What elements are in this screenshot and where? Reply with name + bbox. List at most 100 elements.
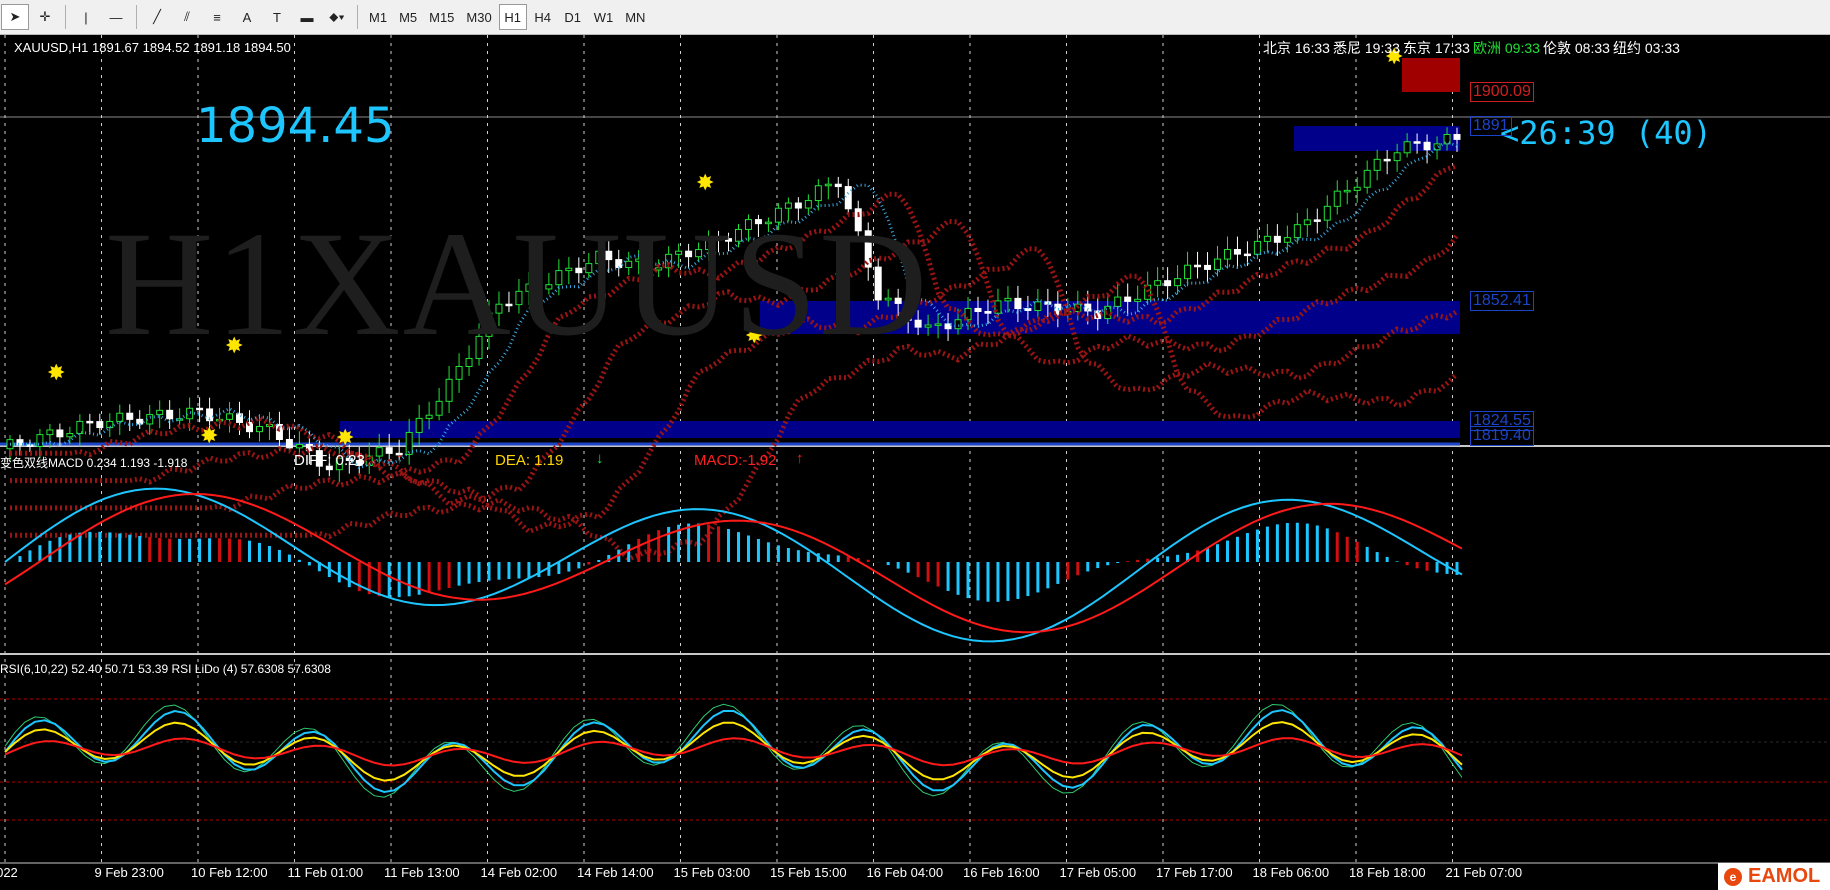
fibonacci-tool-button[interactable]: ≡ <box>203 4 231 30</box>
timezone-city: 纽约 <box>1613 40 1641 56</box>
timeframe-m30-button[interactable]: M30 <box>461 4 496 30</box>
time-axis-tick: 11 Feb 13:00 <box>384 865 460 880</box>
price-level-label: 1852.41 <box>1470 291 1534 311</box>
timeframe-h4-button[interactable]: H4 <box>529 4 557 30</box>
candle-body <box>6 439 14 450</box>
chart-toolbar: ➤ ✛ | — ╱ ⫽ ≡ A T ▬ ⬥▾ M1 M5 M15 M30 H1 H4 D1 W1 MN <box>0 0 1830 35</box>
timeframe-d1-button[interactable]: D1 <box>559 4 587 30</box>
time-axis-tick: 14 Feb 02:00 <box>480 865 558 880</box>
time-axis-tick: 17 Feb 05:00 <box>1059 865 1137 880</box>
candle-body <box>1293 224 1301 239</box>
candle-body <box>934 323 942 326</box>
candle-body <box>944 323 952 330</box>
trendline-tool-button[interactable]: ╱ <box>143 4 171 30</box>
time-axis-tick: 17 Feb 17:00 <box>1156 865 1233 880</box>
timezone-time: 03:33 <box>1641 40 1680 56</box>
candle-body <box>1174 278 1182 287</box>
candle-body <box>1154 280 1162 286</box>
signal-star-icon: ✸ <box>200 424 218 449</box>
cursor-arrow-tool-button[interactable]: ➤ <box>1 4 29 30</box>
fibonacci-icon: ≡ <box>213 9 221 25</box>
timeframe-m5-button[interactable]: M5 <box>394 4 422 30</box>
equidistant-channel-icon: ⫽ <box>184 9 190 24</box>
candle-body <box>1184 264 1192 280</box>
candle-body <box>1383 158 1391 162</box>
timezone-city: 北京 <box>1263 40 1291 56</box>
candle-body <box>226 413 234 420</box>
candle-body <box>1204 264 1212 270</box>
candle-body <box>1283 237 1291 243</box>
vertical-line-icon: | <box>84 9 88 25</box>
equidistant-channel-tool-button[interactable]: ⫽ <box>173 4 201 30</box>
candle-body <box>1323 205 1331 221</box>
candle-body <box>834 183 842 188</box>
support-zone-1824 <box>340 421 1460 438</box>
text-tool-button[interactable]: A <box>233 4 261 30</box>
timeframe-h1-button[interactable]: H1 <box>498 4 527 30</box>
candle-body <box>156 409 164 416</box>
timeframe-m1-button[interactable]: M1 <box>364 4 392 30</box>
candle-body <box>86 420 94 424</box>
candle-body <box>56 429 64 438</box>
vertical-line-tool-button[interactable]: | <box>72 4 100 30</box>
time-axis-tick: 10 Feb 12:00 <box>191 865 268 880</box>
timezone-3: 欧洲 09:33 <box>1473 38 1540 58</box>
shapes-dropdown-icon: ⬥▾ <box>329 9 345 24</box>
eamol-logo: e EAMOL <box>1718 863 1830 890</box>
timeframe-w1-button[interactable]: W1 <box>589 4 619 30</box>
candle-body <box>106 420 114 429</box>
diff-up-arrow-icon: ↑ <box>396 450 404 467</box>
candle-body <box>176 418 184 421</box>
macd-diff-label: DIFF: 0.23 <box>294 452 365 469</box>
candle-body <box>1034 301 1042 312</box>
timezone-0: 北京 16:33 <box>1263 38 1330 58</box>
crosshair-tool-button[interactable]: ✛ <box>31 4 59 30</box>
trendline-icon: ╱ <box>153 9 161 24</box>
candle-body <box>1194 264 1202 268</box>
timezone-5: 纽约 03:33 <box>1613 38 1680 58</box>
rectangle-tool-button[interactable]: ▬ <box>293 4 321 30</box>
shapes-dropdown-tool-button[interactable]: ⬥▾ <box>323 4 351 30</box>
candle-body <box>186 407 194 420</box>
candle-body <box>1333 190 1341 207</box>
time-axis-tick: 11 Feb 01:00 <box>287 865 364 880</box>
timezone-city: 伦敦 <box>1543 40 1571 56</box>
chart-area[interactable]: ✸✸✸ ✸✸✸✸ <box>0 35 1830 890</box>
candle-body <box>96 421 104 429</box>
price-level-label: 1891 <box>1470 116 1512 136</box>
macd-value-label: MACD:-1.92 <box>694 452 777 469</box>
candle-body <box>415 417 423 433</box>
time-axis-tick: 18 Feb 18:00 <box>1349 865 1426 880</box>
candle-body <box>1403 141 1411 154</box>
timeframe-mn-button[interactable]: MN <box>620 4 650 30</box>
candle-body <box>166 409 174 420</box>
macd-dea-label: DEA: 1.19 <box>495 452 564 469</box>
time-axis-tick: 15 Feb 15:00 <box>770 865 847 880</box>
candle-body <box>196 407 204 411</box>
candle-body <box>1004 297 1012 302</box>
time-axis-tick: 14 Feb 14:00 <box>577 865 654 880</box>
horizontal-line-tool-button[interactable]: — <box>102 4 130 30</box>
resistance-zone-top <box>1402 58 1460 92</box>
crosshair-icon: ✛ <box>39 9 51 24</box>
time-axis-tick: 9 Feb 23:00 <box>94 865 164 880</box>
timezone-city: 悉尼 <box>1333 40 1361 56</box>
candle-body <box>385 447 393 454</box>
candle-body <box>1124 296 1132 302</box>
candle-countdown-timer: <26:39 (40) <box>1500 114 1712 152</box>
candle-body <box>1273 235 1281 243</box>
candle-body <box>1263 235 1271 242</box>
macd-up-arrow-icon: ↑ <box>796 450 804 467</box>
candle-body <box>435 400 443 416</box>
toolbar-separator <box>136 5 137 29</box>
candle-body <box>1373 158 1381 171</box>
rectangle-icon: ▬ <box>300 9 314 25</box>
time-axis-tick: 15 Feb 03:00 <box>673 865 751 880</box>
timeframe-m15-button[interactable]: M15 <box>424 4 459 30</box>
text-label-tool-button[interactable]: T <box>263 4 291 30</box>
current-price-display: 1894.45 <box>196 98 395 154</box>
timezone-time: 17:33 <box>1431 40 1470 56</box>
timezone-city: 东京 <box>1403 40 1431 56</box>
time-axis-tick: 18 Feb 06:00 <box>1252 865 1330 880</box>
candle-body <box>26 444 34 447</box>
